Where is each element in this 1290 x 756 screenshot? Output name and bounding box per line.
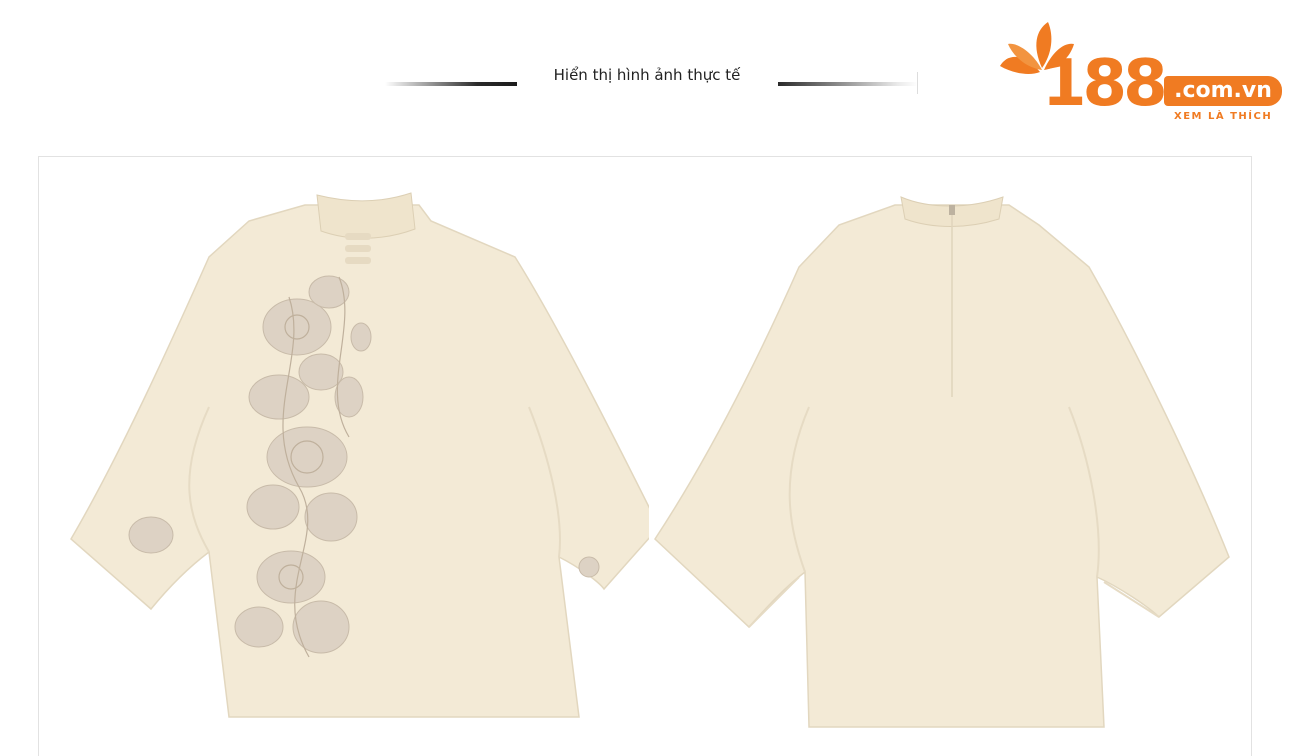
section-title: Hiển thị hình ảnh thực tế <box>553 66 741 84</box>
logo-number: 188 <box>1042 47 1168 121</box>
front-view-garment-image <box>70 192 649 718</box>
logo-domain: .com.vn <box>1164 76 1282 106</box>
logo-slogan: XEM LÀ THÍCH <box>1174 111 1273 122</box>
back-view-garment-image <box>654 196 1230 728</box>
brand-logo[interactable]: 188 .com.vn XEM LÀ THÍCH <box>996 14 1288 130</box>
product-image-frame <box>38 156 1252 756</box>
decorative-divider-right <box>778 82 918 86</box>
page-header: Hiển thị hình ảnh thực tế 188 .com.vn XE… <box>0 0 1290 150</box>
divider-tick <box>917 72 918 94</box>
decorative-divider-left <box>385 82 517 86</box>
